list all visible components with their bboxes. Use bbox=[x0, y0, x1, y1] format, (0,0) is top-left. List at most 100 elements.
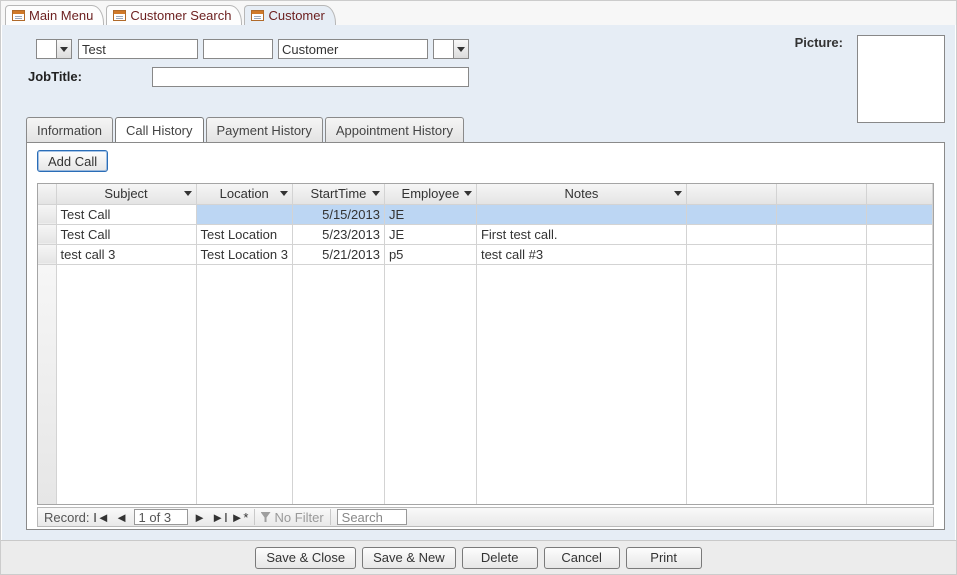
cell-employee[interactable]: p5 bbox=[384, 244, 476, 264]
delete-button[interactable]: Delete bbox=[462, 547, 538, 569]
tab-label: Payment History bbox=[217, 123, 312, 138]
sort-icon[interactable] bbox=[370, 184, 382, 204]
table-row[interactable]: Test Call 5/15/2013 JE bbox=[38, 204, 933, 224]
col-label: Location bbox=[220, 186, 269, 201]
tab-payment-history[interactable]: Payment History bbox=[206, 117, 323, 142]
col-extra[interactable] bbox=[866, 184, 932, 204]
record-position-box[interactable]: 1 of 3 bbox=[134, 509, 188, 525]
tab-label: Information bbox=[37, 123, 102, 138]
button-label: Save & Close bbox=[266, 550, 345, 565]
jobtitle-label: JobTitle: bbox=[28, 69, 82, 84]
nav-first-button[interactable]: I◄ bbox=[94, 509, 110, 525]
customer-header: Test Customer JobTitle: bbox=[2, 25, 955, 97]
print-button[interactable]: Print bbox=[626, 547, 702, 569]
col-notes[interactable]: Notes bbox=[476, 184, 686, 204]
filter-indicator[interactable]: No Filter bbox=[255, 510, 330, 525]
cancel-button[interactable]: Cancel bbox=[544, 547, 620, 569]
record-navigator: Record: I◄ ◄ 1 of 3 ► ►I ►* No Filter bbox=[37, 507, 934, 527]
nav-last-button[interactable]: ►I bbox=[212, 509, 228, 525]
cell-subject[interactable]: Test Call bbox=[56, 224, 196, 244]
button-label: Delete bbox=[481, 550, 519, 565]
chevron-down-icon bbox=[56, 40, 71, 58]
cell-starttime[interactable]: 5/23/2013 bbox=[292, 224, 384, 244]
tab-label: Call History bbox=[126, 123, 192, 138]
row-selector[interactable] bbox=[38, 224, 56, 244]
col-extra[interactable] bbox=[686, 184, 776, 204]
form-footer: Save & Close Save & New Delete Cancel Pr… bbox=[1, 540, 956, 574]
header-row: Subject Location StartTime Employee Note… bbox=[38, 184, 933, 204]
doc-tab-label: Main Menu bbox=[29, 8, 93, 23]
tab-label: Appointment History bbox=[336, 123, 453, 138]
table-row[interactable]: test call 3 Test Location 3 5/21/2013 p5… bbox=[38, 244, 933, 264]
nav-next-button[interactable]: ► bbox=[192, 509, 208, 525]
grid-search-box[interactable]: Search bbox=[337, 509, 407, 525]
form-icon bbox=[251, 10, 264, 21]
col-label: StartTime bbox=[311, 186, 367, 201]
doc-tab-customer-search[interactable]: Customer Search bbox=[106, 5, 242, 25]
first-name-field[interactable]: Test bbox=[78, 39, 198, 59]
sort-icon[interactable] bbox=[672, 184, 684, 204]
sort-icon[interactable] bbox=[462, 184, 474, 204]
button-label: Print bbox=[650, 550, 677, 565]
col-extra[interactable] bbox=[776, 184, 866, 204]
tab-information[interactable]: Information bbox=[26, 117, 113, 142]
cell-starttime[interactable]: 5/21/2013 bbox=[292, 244, 384, 264]
form-icon bbox=[113, 10, 126, 21]
cell-notes[interactable]: First test call. bbox=[476, 224, 686, 244]
nav-new-button[interactable]: ►* bbox=[232, 509, 248, 525]
tab-appointment-history[interactable]: Appointment History bbox=[325, 117, 464, 142]
chevron-down-icon bbox=[453, 40, 468, 58]
sort-icon[interactable] bbox=[278, 184, 290, 204]
add-call-button[interactable]: Add Call bbox=[37, 150, 108, 172]
col-starttime[interactable]: StartTime bbox=[292, 184, 384, 204]
button-label: Cancel bbox=[561, 550, 601, 565]
col-label: Notes bbox=[564, 186, 598, 201]
col-subject[interactable]: Subject bbox=[56, 184, 196, 204]
record-label: Record: bbox=[44, 510, 90, 525]
document-tabs: Main Menu Customer Search Customer bbox=[1, 1, 956, 25]
doc-tab-main-menu[interactable]: Main Menu bbox=[5, 5, 104, 25]
calls-grid[interactable]: Subject Location StartTime Employee Note… bbox=[37, 183, 934, 505]
detail-tab-control: Information Call History Payment History… bbox=[26, 117, 945, 532]
tab-call-history[interactable]: Call History bbox=[115, 117, 203, 142]
first-name-value: Test bbox=[82, 42, 106, 57]
cell-notes[interactable] bbox=[476, 204, 686, 224]
cell-employee[interactable]: JE bbox=[384, 204, 476, 224]
customer-form-window: Main Menu Customer Search Customer Test bbox=[0, 0, 957, 575]
nav-prev-button[interactable]: ◄ bbox=[114, 509, 130, 525]
sort-icon[interactable] bbox=[182, 184, 194, 204]
save-close-button[interactable]: Save & Close bbox=[255, 547, 356, 569]
cell-location[interactable]: Test Location 3 bbox=[196, 244, 292, 264]
button-label: Save & New bbox=[373, 550, 445, 565]
cell-subject[interactable]: test call 3 bbox=[56, 244, 196, 264]
last-name-field[interactable]: Customer bbox=[278, 39, 428, 59]
form-icon bbox=[12, 10, 25, 21]
middle-name-field[interactable] bbox=[203, 39, 273, 59]
cell-employee[interactable]: JE bbox=[384, 224, 476, 244]
select-all-corner[interactable] bbox=[38, 184, 56, 204]
table-row[interactable]: Test Call Test Location 5/23/2013 JE Fir… bbox=[38, 224, 933, 244]
calls-table: Subject Location StartTime Employee Note… bbox=[38, 184, 933, 505]
col-label: Employee bbox=[402, 186, 460, 201]
doc-tab-customer[interactable]: Customer bbox=[244, 5, 335, 25]
picture-label: Picture: bbox=[795, 35, 843, 50]
suffix-combo[interactable] bbox=[433, 39, 469, 59]
form-area: Test Customer JobTitle: bbox=[2, 25, 955, 540]
detail-tabs: Information Call History Payment History… bbox=[26, 117, 945, 142]
doc-tab-label: Customer Search bbox=[130, 8, 231, 23]
cell-location[interactable] bbox=[196, 204, 292, 224]
col-employee[interactable]: Employee bbox=[384, 184, 476, 204]
row-selector[interactable] bbox=[38, 244, 56, 264]
row-selector[interactable] bbox=[38, 204, 56, 224]
jobtitle-field[interactable] bbox=[152, 67, 469, 87]
cell-subject[interactable]: Test Call bbox=[56, 204, 196, 224]
cell-location[interactable]: Test Location bbox=[196, 224, 292, 244]
prefix-combo[interactable] bbox=[36, 39, 72, 59]
picture-box[interactable] bbox=[857, 35, 945, 123]
record-position: 1 of 3 bbox=[139, 510, 172, 525]
save-new-button[interactable]: Save & New bbox=[362, 547, 456, 569]
col-location[interactable]: Location bbox=[196, 184, 292, 204]
cell-notes[interactable]: test call #3 bbox=[476, 244, 686, 264]
last-name-value: Customer bbox=[282, 42, 338, 57]
cell-starttime[interactable]: 5/15/2013 bbox=[292, 204, 384, 224]
